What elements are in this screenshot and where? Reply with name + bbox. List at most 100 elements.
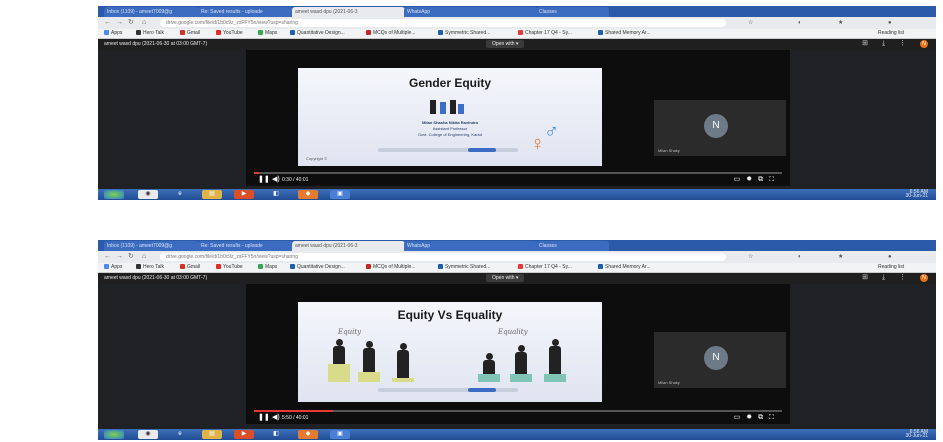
- bookmark-apps[interactable]: Apps: [104, 264, 122, 271]
- system-tray: 6:56 AM 30-Jun-21: [905, 190, 928, 199]
- ie-icon[interactable]: e: [170, 430, 190, 439]
- pause-icon[interactable]: ❚❚: [258, 176, 270, 184]
- add-shortcut-icon[interactable]: ⊞: [862, 274, 868, 281]
- bookmark[interactable]: Maps: [258, 264, 277, 271]
- app-icon[interactable]: ▣: [330, 190, 350, 199]
- browser-tab[interactable]: WhatsApp: [404, 241, 537, 251]
- avatar[interactable]: N: [920, 40, 928, 48]
- participant-tile: N Milan Shaky: [654, 100, 786, 156]
- explorer-icon[interactable]: ▤: [202, 430, 222, 439]
- browser-tab[interactable]: Classes: [536, 7, 609, 17]
- fullscreen-icon[interactable]: ⛶: [769, 176, 780, 183]
- bookmark[interactable]: MCQs of Multiple...: [366, 30, 416, 37]
- reload-icon[interactable]: ↻: [128, 253, 134, 261]
- more-icon[interactable]: ⋮: [899, 274, 906, 281]
- forward-icon[interactable]: →: [116, 253, 123, 261]
- volume-icon[interactable]: ◀): [272, 176, 280, 184]
- open-with-button[interactable]: Open with ▾: [486, 274, 525, 282]
- volume-icon[interactable]: ◀): [272, 414, 280, 422]
- extension-icon[interactable]: ☆: [748, 253, 753, 261]
- browser-tab-active[interactable]: ameet wasd dpu (2021-06-3: [292, 241, 405, 251]
- pause-icon[interactable]: ❚❚: [258, 414, 270, 422]
- back-icon[interactable]: ←: [104, 253, 111, 261]
- home-icon[interactable]: ⌂: [142, 19, 146, 27]
- progress-bar[interactable]: [254, 410, 782, 412]
- fullscreen-icon[interactable]: ⛶: [769, 414, 780, 421]
- bookmark[interactable]: Shared Memory Ar...: [598, 30, 651, 37]
- settings-icon[interactable]: ✹: [746, 176, 758, 183]
- slide-footer: Copyright ©: [306, 156, 328, 161]
- forward-icon[interactable]: →: [116, 19, 123, 27]
- profile-icon[interactable]: ●: [888, 19, 892, 27]
- video-player[interactable]: Equity Vs Equality Equity Equality N Mil…: [246, 284, 790, 424]
- app-icon[interactable]: ◆: [298, 190, 318, 199]
- home-icon[interactable]: ⌂: [142, 253, 146, 261]
- bookmark[interactable]: Hero Talk: [136, 264, 164, 271]
- chrome-icon[interactable]: ◉: [138, 190, 158, 199]
- app-icon[interactable]: ◧: [266, 430, 286, 439]
- add-shortcut-icon[interactable]: ⊞: [862, 40, 868, 47]
- open-with-button[interactable]: Open with ▾: [486, 40, 525, 48]
- avatar[interactable]: N: [920, 274, 928, 282]
- extension-icon[interactable]: ◐: [798, 253, 802, 261]
- explorer-icon[interactable]: ▤: [202, 190, 222, 199]
- extension-icon[interactable]: ★: [838, 19, 843, 27]
- progress-bar[interactable]: [254, 172, 782, 174]
- bookmark[interactable]: Shared Memory Ar...: [598, 264, 651, 271]
- browser-tab[interactable]: Inbox (1109) - ameet7009@g: [104, 241, 199, 251]
- browser-tab[interactable]: Re: Saved results - uploade: [198, 241, 293, 251]
- bookmark[interactable]: Chapter 17 Q4 - Sy...: [518, 30, 572, 37]
- profile-icon[interactable]: ●: [888, 253, 892, 261]
- app-icon[interactable]: ▣: [330, 430, 350, 439]
- pip-icon[interactable]: ⧉: [758, 176, 769, 183]
- url-field[interactable]: drive.google.com/file/d/1b0c9z_zsFFY5n/v…: [160, 19, 726, 27]
- bookmark[interactable]: Maps: [258, 30, 277, 37]
- start-button[interactable]: [104, 430, 124, 439]
- browser-tabstrip: Inbox (1109) - ameet7009@g Re: Saved res…: [98, 6, 936, 17]
- bookmark[interactable]: Gmail: [180, 30, 200, 37]
- bookmark[interactable]: Hero Talk: [136, 30, 164, 37]
- extension-icon[interactable]: ☆: [748, 19, 753, 27]
- reload-icon[interactable]: ↻: [128, 19, 134, 27]
- person-figure: [549, 339, 561, 374]
- bookmark[interactable]: Gmail: [180, 264, 200, 271]
- app-icon[interactable]: ◆: [298, 430, 318, 439]
- download-icon[interactable]: ⤓: [882, 274, 885, 281]
- browser-tab[interactable]: Classes: [536, 241, 609, 251]
- extension-icon[interactable]: ◐: [798, 19, 802, 27]
- download-icon[interactable]: ⤓: [882, 40, 885, 47]
- captions-icon[interactable]: ▭: [734, 414, 747, 421]
- app-icon[interactable]: ◧: [266, 190, 286, 199]
- bookmark[interactable]: MCQs of Multiple...: [366, 264, 416, 271]
- url-field[interactable]: drive.google.com/file/d/1b0c9z_zsFFY5n/v…: [160, 253, 726, 261]
- bookmark[interactable]: Quantitative Design...: [290, 30, 345, 37]
- bookmark-apps[interactable]: Apps: [104, 30, 122, 37]
- reading-list[interactable]: Reading list: [878, 264, 904, 271]
- bookmark[interactable]: Symmetric Shared...: [438, 264, 490, 271]
- bookmark[interactable]: Quantitative Design...: [290, 264, 345, 271]
- start-button[interactable]: [104, 190, 124, 199]
- bookmark[interactable]: Symmetric Shared...: [438, 30, 490, 37]
- captions-icon[interactable]: ▭: [734, 176, 747, 183]
- video-player[interactable]: Gender Equity Milan Shasha Nikita Ravind…: [246, 50, 790, 186]
- browser-tab[interactable]: Inbox (1109) - ameet7009@g: [104, 7, 199, 17]
- pip-icon[interactable]: ⧉: [758, 414, 769, 421]
- browser-tab[interactable]: Re: Saved results - uploade: [198, 7, 293, 17]
- extension-icon[interactable]: ★: [838, 253, 843, 261]
- bookmark[interactable]: YouTube: [216, 30, 243, 37]
- media-player-icon[interactable]: ▶: [234, 190, 254, 199]
- more-icon[interactable]: ⋮: [899, 40, 906, 47]
- browser-tab[interactable]: WhatsApp: [404, 7, 537, 17]
- reading-list[interactable]: Reading list: [878, 30, 904, 37]
- back-icon[interactable]: ←: [104, 19, 111, 27]
- ie-icon[interactable]: e: [170, 190, 190, 199]
- bookmark[interactable]: YouTube: [216, 264, 243, 271]
- bookmark[interactable]: Chapter 17 Q4 - Sy...: [518, 264, 572, 271]
- bookmarks-bar: Apps Hero Talk Gmail YouTube Maps Quanti…: [98, 29, 936, 39]
- presentation-slide: Equity Vs Equality Equity Equality: [298, 302, 602, 402]
- browser-tab-active[interactable]: ameet wasd dpu (2021-06-3: [292, 7, 405, 17]
- person-figure: [363, 341, 375, 372]
- settings-icon[interactable]: ✹: [746, 414, 758, 421]
- media-player-icon[interactable]: ▶: [234, 430, 254, 439]
- chrome-icon[interactable]: ◉: [138, 430, 158, 439]
